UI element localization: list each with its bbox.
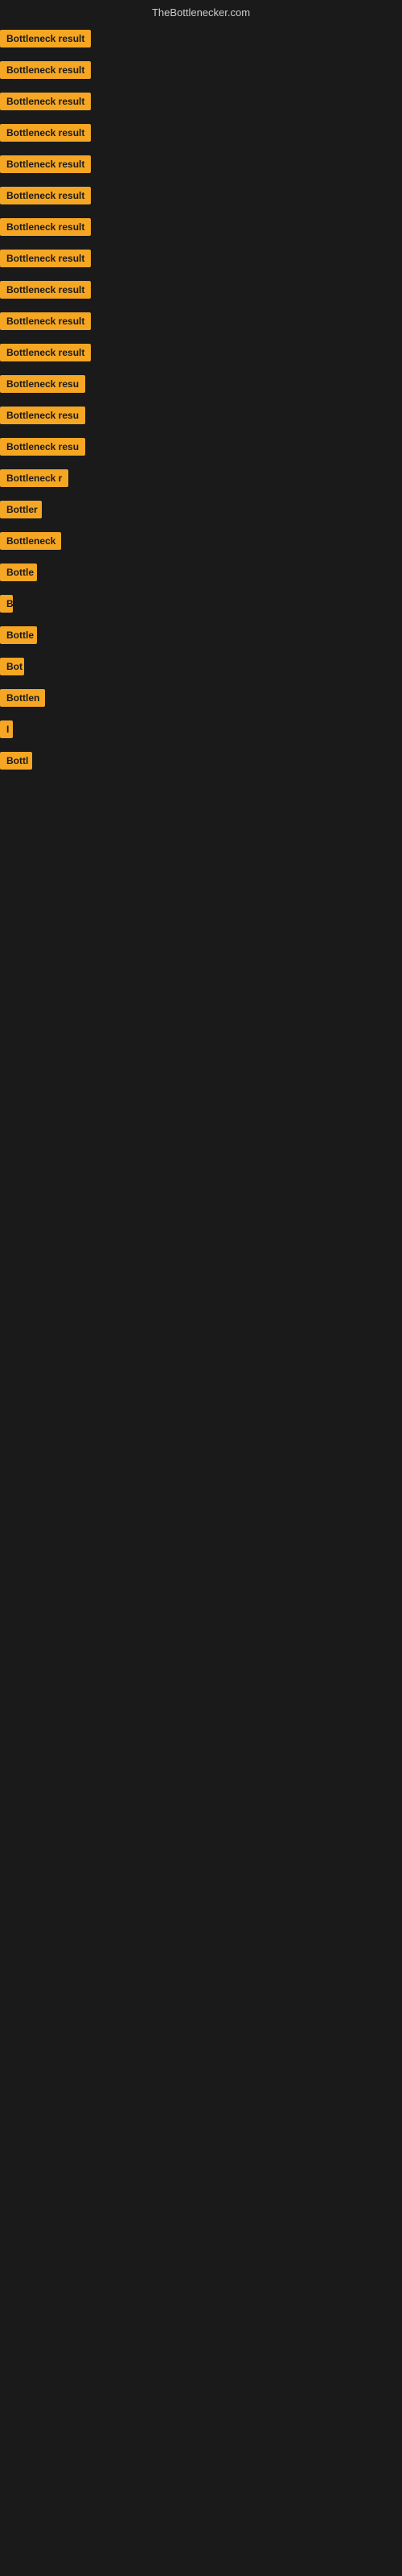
list-item: Bottleneck result xyxy=(0,182,402,213)
list-item: B xyxy=(0,590,402,621)
list-item: Bottleneck result xyxy=(0,213,402,245)
list-item: Bottleneck r xyxy=(0,464,402,496)
list-item: Bot xyxy=(0,653,402,684)
bottleneck-badge[interactable]: Bottleneck result xyxy=(0,281,91,299)
list-item: Bottleneck result xyxy=(0,119,402,151)
bottleneck-badge[interactable]: Bottleneck result xyxy=(0,93,91,110)
list-item: Bottleneck result xyxy=(0,245,402,276)
list-item: Bottlen xyxy=(0,684,402,716)
bottleneck-badge[interactable]: Bottleneck result xyxy=(0,250,91,267)
site-title: TheBottlenecker.com xyxy=(152,6,250,19)
bottleneck-badge[interactable]: Bottleneck resu xyxy=(0,407,85,424)
bottleneck-badge[interactable]: Bottleneck result xyxy=(0,218,91,236)
bottleneck-badge[interactable]: Bottleneck result xyxy=(0,155,91,173)
site-header: TheBottlenecker.com xyxy=(0,0,402,22)
bottleneck-badge[interactable]: B xyxy=(0,595,13,613)
list-item: Bottleneck resu xyxy=(0,370,402,402)
list-item: Bottler xyxy=(0,496,402,527)
bottleneck-badge[interactable]: Bottleneck result xyxy=(0,30,91,47)
bottleneck-list: Bottleneck result Bottleneck result Bottle… xyxy=(0,22,402,778)
bottleneck-badge[interactable]: Bot xyxy=(0,658,24,675)
list-item: Bottleneck result xyxy=(0,308,402,339)
bottleneck-badge[interactable]: Bottlen xyxy=(0,689,45,707)
list-item: Bottleneck result xyxy=(0,339,402,370)
bottleneck-badge[interactable]: Bottleneck xyxy=(0,532,61,550)
bottleneck-badge[interactable]: Bottleneck result xyxy=(0,344,91,361)
list-item: Bottleneck result xyxy=(0,56,402,88)
list-item: Bottleneck resu xyxy=(0,402,402,433)
list-item: Bottleneck result xyxy=(0,25,402,56)
list-item: Bottleneck xyxy=(0,527,402,559)
bottleneck-badge[interactable]: Bottleneck resu xyxy=(0,375,85,393)
bottleneck-badge[interactable]: Bottler xyxy=(0,501,42,518)
bottleneck-badge[interactable]: Bottl xyxy=(0,752,32,770)
list-item: Bottle xyxy=(0,621,402,653)
bottleneck-badge[interactable]: Bottleneck resu xyxy=(0,438,85,456)
list-item: Bottleneck result xyxy=(0,151,402,182)
bottleneck-badge[interactable]: Bottle xyxy=(0,564,37,581)
bottleneck-badge[interactable]: Bottleneck result xyxy=(0,124,91,142)
bottleneck-badge[interactable]: Bottleneck result xyxy=(0,61,91,79)
bottleneck-badge[interactable]: Bottleneck result xyxy=(0,187,91,204)
bottleneck-badge[interactable]: I xyxy=(0,720,13,738)
bottleneck-badge[interactable]: Bottleneck r xyxy=(0,469,68,487)
list-item: Bottleneck result xyxy=(0,276,402,308)
list-item: Bottl xyxy=(0,747,402,778)
list-item: Bottleneck result xyxy=(0,88,402,119)
bottleneck-badge[interactable]: Bottle xyxy=(0,626,37,644)
list-item: I xyxy=(0,716,402,747)
bottleneck-badge[interactable]: Bottleneck result xyxy=(0,312,91,330)
list-item: Bottle xyxy=(0,559,402,590)
list-item: Bottleneck resu xyxy=(0,433,402,464)
